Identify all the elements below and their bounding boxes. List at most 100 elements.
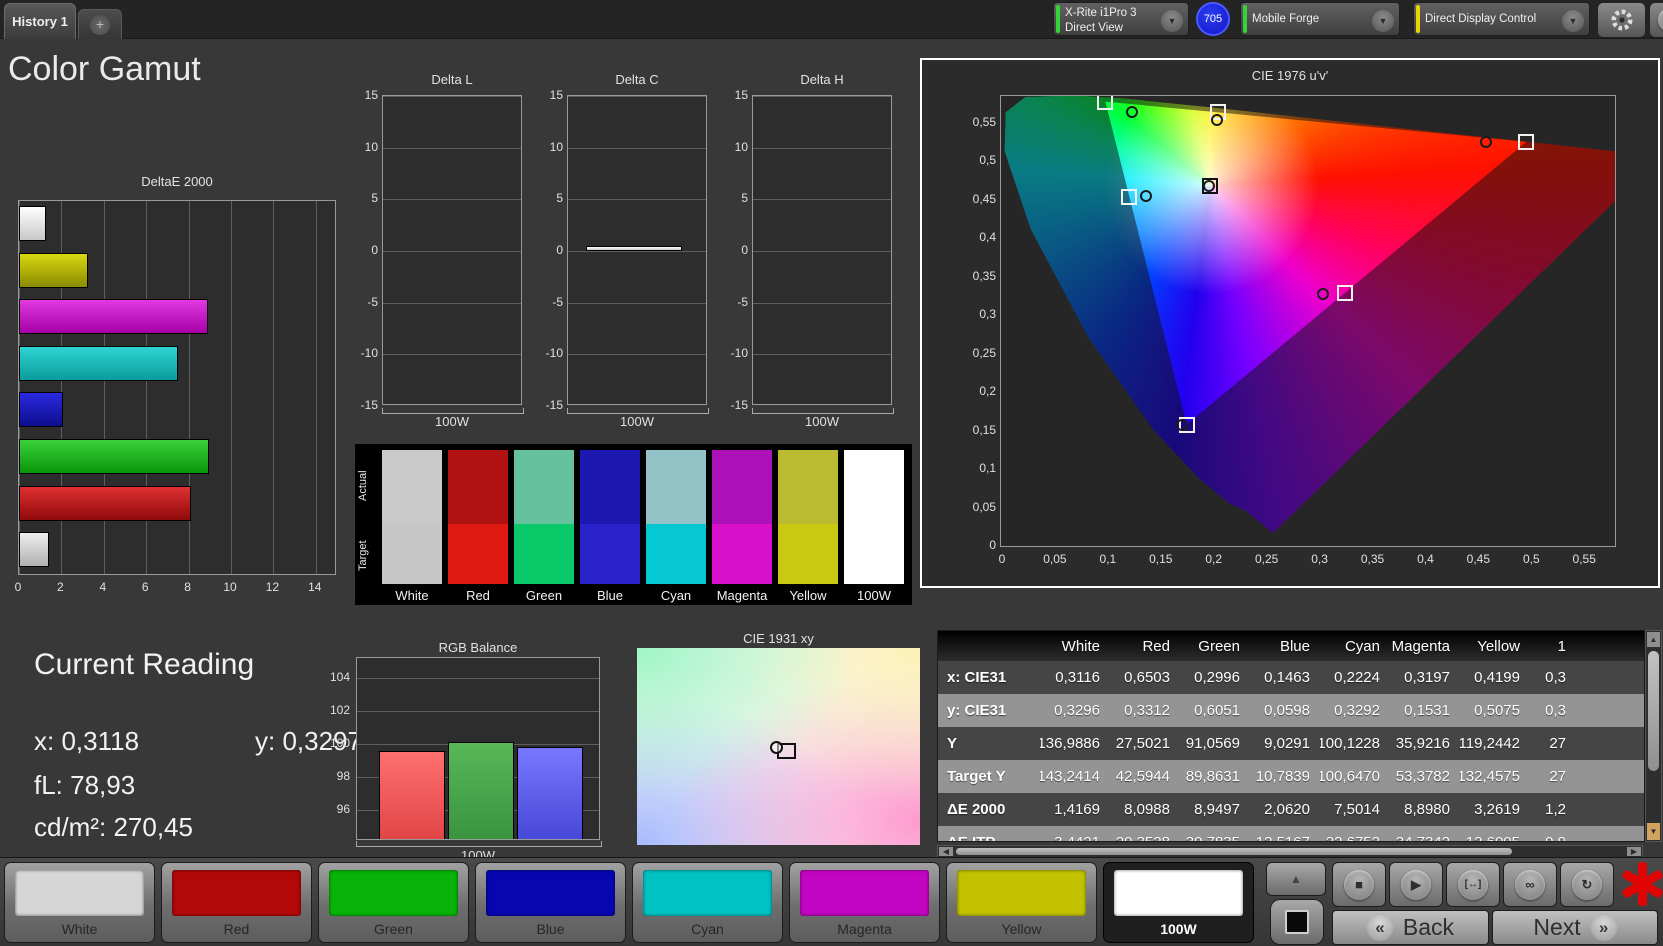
pattern-window-up-button[interactable]: ▲ (1266, 862, 1326, 896)
meter-dropdown[interactable]: X-Rite i1Pro 3 Direct View ▼ (1053, 2, 1189, 36)
cie1976-title: CIE 1976 u'v' (922, 68, 1658, 83)
cie1976-chart: Gamut Coverage: 75,9% (1000, 95, 1616, 547)
target-cyan (1121, 189, 1137, 205)
y-tick-label: -5 (348, 295, 378, 309)
settings-button[interactable] (1597, 2, 1646, 38)
gridline (383, 148, 521, 149)
column-header (938, 631, 1040, 661)
cell: 0,3312 (1110, 694, 1180, 727)
pattern-button-cyan[interactable]: Cyan (632, 862, 783, 943)
pattern-button-100w[interactable]: 100W (1103, 862, 1254, 943)
y-tick-label: 0,1 (956, 461, 996, 475)
cell: 22,6752 (1320, 826, 1390, 842)
x-label: 100W (752, 414, 892, 429)
row-label: Target Y (938, 760, 1040, 793)
x-tick-label: 0 (982, 552, 1022, 566)
y-tick-label: 0,55 (956, 115, 996, 129)
meter-badge[interactable]: 705 (1196, 2, 1230, 36)
back-label: Back (1403, 914, 1454, 941)
gridline (753, 199, 891, 200)
pattern-button-white[interactable]: White (4, 862, 155, 943)
x-tick-label: 14 (300, 580, 330, 594)
measured-white (1203, 180, 1215, 192)
table-vertical-scrollbar[interactable]: ▲ ▼ (1645, 630, 1662, 842)
scroll-thumb[interactable] (956, 848, 1512, 855)
table-row: Y136,988627,502191,05699,0291100,122835,… (938, 727, 1645, 760)
scroll-right-icon[interactable]: ▶ (1627, 847, 1641, 856)
x-tick-label: 0,05 (1035, 552, 1075, 566)
patch-label: Magenta (704, 588, 780, 603)
gridline (753, 96, 891, 97)
add-tab-button[interactable]: + (78, 9, 122, 39)
stop-button[interactable]: ■ (1332, 862, 1386, 907)
pattern-button-blue[interactable]: Blue (475, 862, 626, 943)
patch-label: Yellow (770, 588, 846, 603)
x-tick-label: 0,4 (1405, 552, 1445, 566)
gridline (753, 251, 891, 252)
gridline (753, 303, 891, 304)
cell: 100,6470 (1320, 760, 1390, 793)
target-row-label: Target (357, 524, 373, 588)
play-button[interactable]: ▶ (1389, 862, 1443, 907)
cie1931-title: CIE 1931 xy (637, 631, 920, 646)
x-tick-label: 0,1 (1088, 552, 1128, 566)
target-swatch (580, 524, 640, 584)
deltae2000-chart (18, 200, 336, 575)
next-label: Next (1533, 914, 1580, 941)
scroll-up-icon[interactable]: ▲ (1647, 632, 1660, 647)
gridline (316, 201, 317, 574)
display-control-dropdown[interactable]: Direct Display Control ▼ (1413, 2, 1590, 36)
y-tick-label: 0,15 (956, 423, 996, 437)
pattern-window-button[interactable] (1270, 899, 1324, 945)
cell: 0,3292 (1320, 694, 1390, 727)
cell: 3,2619 (1460, 793, 1530, 826)
row-label: y: CIE31 (938, 694, 1040, 727)
y-tick-label: -15 (348, 398, 378, 412)
collapse-panel-button[interactable]: ◀ (1649, 2, 1663, 38)
y-tick-label: 102 (310, 703, 350, 717)
pattern-button-green[interactable]: Green (318, 862, 469, 943)
pattern-swatch (172, 870, 301, 916)
pattern-button-yellow[interactable]: Yellow (946, 862, 1097, 943)
back-button[interactable]: « Back (1332, 910, 1489, 945)
table-row: ΔE 20001,41698,09888,94972,06207,50148,8… (938, 793, 1645, 826)
next-button[interactable]: Next » (1492, 910, 1658, 945)
row-label: ΔE ITP (938, 826, 1040, 842)
target-swatch (448, 524, 508, 584)
cell: 12,6005 (1460, 826, 1530, 842)
y-tick-label: 15 (718, 88, 748, 102)
page-title: Color Gamut (8, 50, 201, 89)
pattern-button-magenta[interactable]: Magenta (789, 862, 940, 943)
meter-line1: X-Rite i1Pro 3 (1065, 6, 1137, 20)
gridline (753, 354, 891, 355)
up-arrow-icon: ▲ (1290, 872, 1302, 886)
play-icon: ▶ (1401, 870, 1431, 900)
actual-swatch (382, 450, 442, 524)
measured-yellow (1211, 114, 1223, 126)
source-dropdown[interactable]: Mobile Forge ▼ (1240, 2, 1400, 36)
spectracal-logo-icon (1616, 858, 1663, 910)
window-icon (1285, 910, 1309, 934)
pattern-button-red[interactable]: Red (161, 862, 312, 943)
scroll-left-icon[interactable]: ◀ (939, 847, 953, 856)
loop-button[interactable]: ↻ (1560, 862, 1614, 907)
gridline (383, 251, 521, 252)
y-tick-label: 10 (718, 140, 748, 154)
y-tick-label: 5 (348, 191, 378, 205)
table-row: y: CIE310,32960,33120,60510,05980,32920,… (938, 694, 1645, 727)
actual-swatch (448, 450, 508, 524)
tab-history-1[interactable]: History 1 (4, 3, 76, 39)
range-button[interactable]: [↔] (1446, 862, 1500, 907)
pattern-label: Yellow (947, 921, 1096, 937)
deltae2000-chart-title: DeltaE 2000 (18, 174, 336, 189)
scroll-thumb[interactable] (1648, 651, 1659, 771)
x-tick-label: 6 (130, 580, 160, 594)
patch-label: Green (506, 588, 582, 603)
target-swatch (646, 524, 706, 584)
scroll-down-icon[interactable]: ▼ (1647, 823, 1660, 840)
gridline (273, 201, 274, 574)
rgb-balance-chart (356, 657, 600, 840)
x-tick-label: 0,15 (1141, 552, 1181, 566)
infinity-button[interactable]: ∞ (1503, 862, 1557, 907)
y-tick-label: 0,3 (956, 307, 996, 321)
